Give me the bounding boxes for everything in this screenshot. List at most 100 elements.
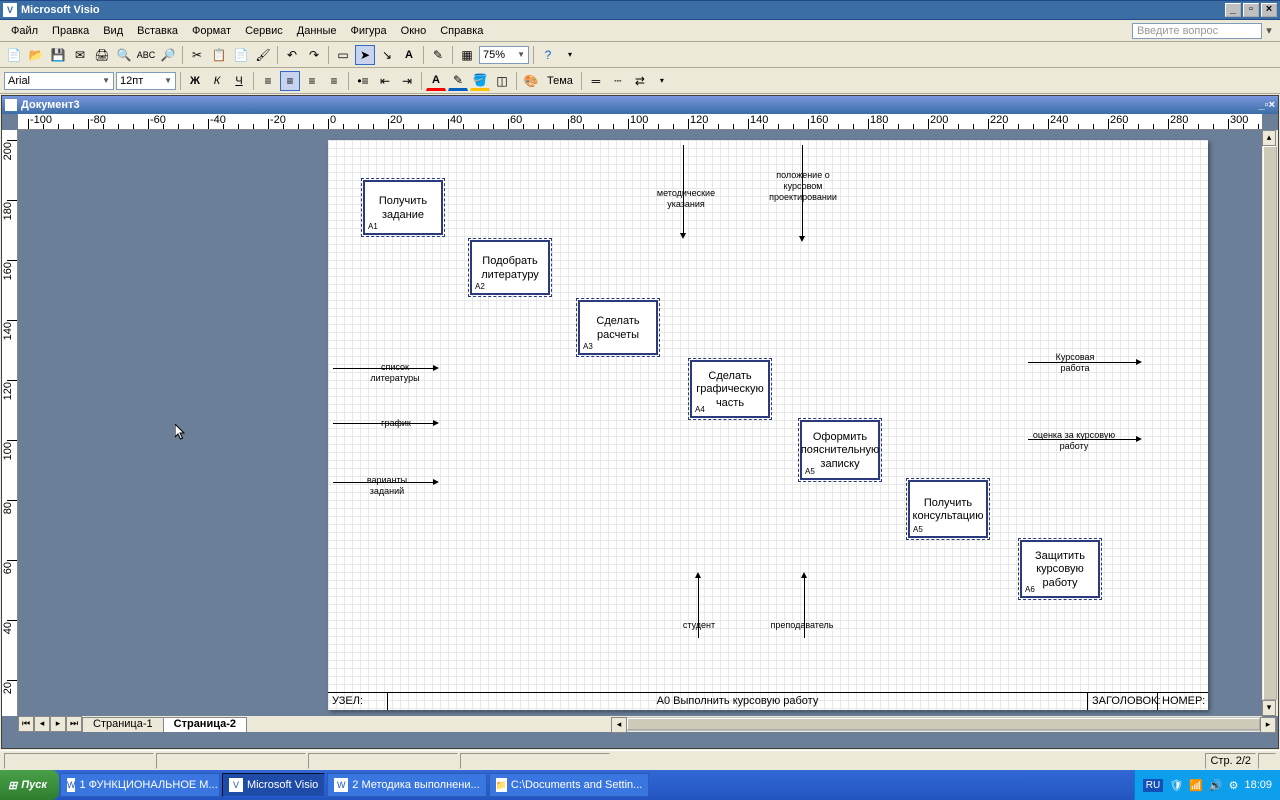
tab-page-1[interactable]: Страница-1: [82, 717, 164, 732]
doc-close-button[interactable]: ×: [1269, 99, 1275, 111]
theme-icon[interactable]: 🎨: [521, 71, 541, 91]
redo-button[interactable]: ↷: [304, 45, 324, 65]
help-button[interactable]: ?: [538, 45, 558, 65]
close-button[interactable]: ×: [1261, 3, 1277, 17]
align-justify-button[interactable]: ≡: [324, 71, 344, 91]
scroll-thumb[interactable]: [1263, 146, 1277, 700]
idef-activity-box[interactable]: Подобрать литературуA2: [470, 240, 550, 295]
font-name-combo[interactable]: Arial▼: [4, 72, 114, 90]
undo-button[interactable]: ↶: [282, 45, 302, 65]
vertical-scrollbar[interactable]: ▴ ▾: [1262, 130, 1278, 716]
restore-button[interactable]: ▫: [1243, 3, 1259, 17]
menu-help[interactable]: Справка: [433, 23, 490, 39]
diagram-label[interactable]: варианты заданий: [352, 475, 422, 497]
shadow-button[interactable]: ◫: [492, 71, 512, 91]
font-color-button[interactable]: A: [426, 71, 446, 91]
shapes-button[interactable]: ▭: [333, 45, 353, 65]
idef-activity-box[interactable]: Получить заданиеA1: [363, 180, 443, 235]
vertical-ruler[interactable]: 20018016014012010080604020: [2, 130, 18, 716]
menu-file[interactable]: Файл: [4, 23, 45, 39]
bold-button[interactable]: Ж: [185, 71, 205, 91]
system-tray[interactable]: RU 🛡 📶 🔊 ⚙ 18:09: [1134, 770, 1280, 800]
menu-insert[interactable]: Вставка: [130, 23, 185, 39]
diagram-label[interactable]: методические указания: [646, 188, 726, 210]
connector-tool[interactable]: ↘: [377, 45, 397, 65]
format-painter-button[interactable]: 🖌: [253, 45, 273, 65]
line-weight-button[interactable]: ═: [586, 71, 606, 91]
align-center-button[interactable]: ≡: [280, 71, 300, 91]
diagram-label[interactable]: студент: [674, 620, 724, 631]
taskbar-button[interactable]: W1 ФУНКЦИОНАЛЬНОЕ М...: [60, 773, 220, 797]
clock[interactable]: 18:09: [1244, 779, 1272, 791]
text-tool[interactable]: A: [399, 45, 419, 65]
idef-activity-box[interactable]: Защитить курсовую работуA6: [1020, 540, 1100, 598]
menu-window[interactable]: Окно: [394, 23, 434, 39]
scroll-down-button[interactable]: ▾: [1262, 700, 1276, 716]
diagram-label[interactable]: список литературы: [360, 362, 430, 384]
menu-edit[interactable]: Правка: [45, 23, 96, 39]
idef-activity-box[interactable]: Сделать графическую частьA4: [690, 360, 770, 418]
diagram-label[interactable]: преподаватель: [762, 620, 842, 631]
menu-format[interactable]: Формат: [185, 23, 238, 39]
bullets-button[interactable]: •≡: [353, 71, 373, 91]
taskbar-button[interactable]: 📁C:\Documents and Settin...: [489, 773, 649, 797]
spell-button[interactable]: ABC: [136, 45, 156, 65]
ask-dropdown[interactable]: ▾: [1262, 24, 1276, 37]
preview-button[interactable]: 🔍: [114, 45, 134, 65]
line-pattern-button[interactable]: ┄: [608, 71, 628, 91]
cut-button[interactable]: ✂: [187, 45, 207, 65]
decrease-indent-button[interactable]: ⇤: [375, 71, 395, 91]
minimize-button[interactable]: _: [1225, 3, 1241, 17]
taskbar-button[interactable]: W2 Методика выполнени...: [327, 773, 486, 797]
taskbar-button[interactable]: VMicrosoft Visio: [222, 773, 325, 797]
diagram-label[interactable]: оценка за курсовую работу: [1024, 430, 1124, 452]
copy-button[interactable]: 📋: [209, 45, 229, 65]
tray-icon[interactable]: 🔊: [1209, 779, 1223, 792]
scroll-thumb[interactable]: [627, 718, 1260, 730]
tray-icon[interactable]: 🛡: [1169, 779, 1183, 792]
paste-button[interactable]: 📄: [231, 45, 251, 65]
idef-activity-box[interactable]: Оформить пояснительную запискуA5: [800, 420, 880, 480]
line-ends-button[interactable]: ⇄: [630, 71, 650, 91]
ask-question-input[interactable]: Введите вопрос: [1132, 23, 1262, 39]
italic-button[interactable]: К: [207, 71, 227, 91]
increase-indent-button[interactable]: ⇥: [397, 71, 417, 91]
menu-shape[interactable]: Фигура: [344, 23, 394, 39]
drawing-canvas[interactable]: УЗЕЛ: А0 Выполнить курсовую работу ЗАГОЛ…: [18, 130, 1262, 716]
fill-color-button[interactable]: 🪣: [470, 71, 490, 91]
open-button[interactable]: 📂: [26, 45, 46, 65]
save-button[interactable]: 💾: [48, 45, 68, 65]
drawing-page[interactable]: УЗЕЛ: А0 Выполнить курсовую работу ЗАГОЛ…: [328, 140, 1208, 710]
tab-page-2[interactable]: Страница-2: [163, 717, 247, 732]
stencil-button[interactable]: ▦: [457, 45, 477, 65]
toolbar-options[interactable]: ▾: [652, 71, 672, 91]
next-page-button[interactable]: ▸: [50, 716, 66, 732]
new-button[interactable]: 📄: [4, 45, 24, 65]
align-right-button[interactable]: ≡: [302, 71, 322, 91]
font-size-combo[interactable]: 12пт▼: [116, 72, 176, 90]
scroll-left-button[interactable]: ◂: [611, 717, 627, 733]
ink-button[interactable]: ✎: [428, 45, 448, 65]
toolbar-options[interactable]: ▾: [560, 45, 580, 65]
diagram-label[interactable]: график: [366, 418, 426, 429]
print-button[interactable]: 🖨: [92, 45, 112, 65]
menu-tools[interactable]: Сервис: [238, 23, 290, 39]
scroll-right-button[interactable]: ▸: [1260, 717, 1276, 733]
tray-icon[interactable]: 📶: [1189, 779, 1203, 792]
tray-icon[interactable]: ⚙: [1229, 779, 1239, 792]
first-page-button[interactable]: ⏮: [18, 716, 34, 732]
start-button[interactable]: ⊞Пуск: [0, 770, 59, 800]
diagram-label[interactable]: Курсовая работа: [1040, 352, 1110, 374]
underline-button[interactable]: Ч: [229, 71, 249, 91]
scroll-up-button[interactable]: ▴: [1262, 130, 1276, 146]
horizontal-scrollbar[interactable]: ◂ ▸: [626, 717, 1261, 731]
mail-button[interactable]: ✉: [70, 45, 90, 65]
align-left-button[interactable]: ≡: [258, 71, 278, 91]
research-button[interactable]: 🔎: [158, 45, 178, 65]
idef-activity-box[interactable]: Получить консультациюA5: [908, 480, 988, 538]
diagram-label[interactable]: положение о курсовом проектировании: [758, 170, 848, 202]
prev-page-button[interactable]: ◂: [34, 716, 50, 732]
language-indicator[interactable]: RU: [1143, 779, 1163, 792]
horizontal-ruler[interactable]: -100-80-60-40-20020406080100120140160180…: [18, 114, 1262, 130]
last-page-button[interactable]: ⏭: [66, 716, 82, 732]
